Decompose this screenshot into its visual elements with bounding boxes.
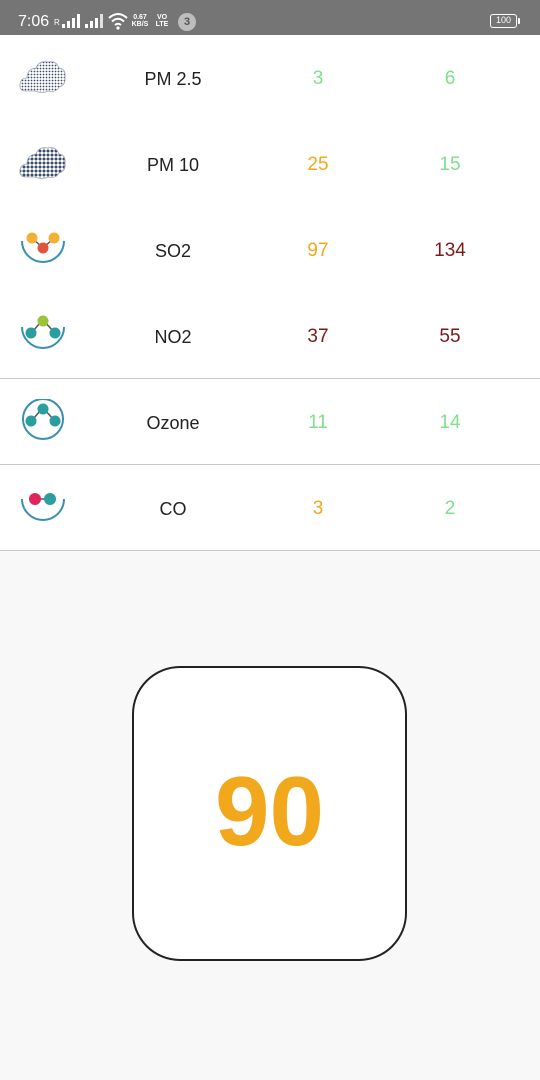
aqi-value: 90: [214, 756, 324, 866]
pollutant-name: PM 10: [146, 155, 200, 175]
pollutant-value-2: 134: [434, 240, 466, 261]
wifi-icon: [108, 13, 128, 30]
pollutant-value-1: 11: [308, 412, 328, 433]
pollutant-value-2: 14: [439, 412, 461, 433]
pollutant-value-2: 55: [439, 326, 461, 347]
notification-count-badge: 3: [178, 13, 196, 31]
pollutant-value-1: 25: [307, 154, 329, 175]
pm10-cloud-icon: [19, 147, 66, 179]
pollutant-name: PM 2.5: [144, 69, 202, 89]
network-speed-value: 0.67: [133, 14, 147, 21]
network-speed: 0.67 KB/S: [131, 14, 149, 28]
battery-icon: 100: [490, 14, 517, 28]
status-time: 7:06: [18, 13, 50, 30]
pollutant-value-1: 37: [307, 326, 329, 347]
signal-strength-sim2-icon: [85, 14, 103, 28]
roaming-indicator: R: [54, 18, 60, 27]
pollutant-row-no2[interactable]: NO2 37 55: [0, 293, 540, 379]
pollutant-row-so2[interactable]: SO2 97 134: [0, 207, 540, 293]
pollutant-row-pm25[interactable]: PM 2.5 3 6: [0, 35, 540, 121]
no2-molecule-icon: [21, 315, 65, 349]
aqi-card: 90: [132, 666, 407, 961]
pollutant-name: Ozone: [146, 413, 200, 433]
pollutant-value-1: 97: [307, 240, 329, 261]
signal-strength-icon: [62, 14, 80, 28]
pollutant-value-2: 15: [439, 154, 461, 175]
pollutant-name: CO: [159, 499, 187, 519]
pollutant-value-2: 2: [444, 498, 456, 519]
pollutant-name: SO2: [154, 241, 192, 261]
status-bar: 7:06 R 0.67 KB/S VO LTE 3 100: [0, 0, 540, 35]
pollutant-value-1: 3: [312, 68, 324, 89]
pollutant-name: NO2: [154, 327, 192, 347]
battery-tip: [518, 18, 520, 24]
pollutant-value-1: 3: [312, 498, 324, 519]
so2-molecule-icon: [21, 232, 65, 263]
volte-line1: VO: [156, 14, 168, 21]
volte-line2: LTE: [155, 21, 169, 28]
volte-indicator: VO LTE: [152, 14, 172, 28]
pollutant-row-pm10[interactable]: PM 10 25 15: [0, 121, 540, 207]
pollutant-row-co[interactable]: CO 3 2: [0, 465, 540, 551]
network-speed-unit: KB/S: [131, 21, 149, 28]
ozone-molecule-icon: [22, 399, 64, 440]
pm25-cloud-icon: [19, 61, 66, 93]
co-molecule-icon: [21, 493, 65, 521]
pollutant-row-ozone[interactable]: Ozone 11 14: [0, 379, 540, 465]
pollutant-value-2: 6: [444, 68, 456, 89]
pollutant-list: PM 2.5 3 6 PM 10 25 15 SO2 97 134 NO2 37…: [0, 35, 540, 551]
